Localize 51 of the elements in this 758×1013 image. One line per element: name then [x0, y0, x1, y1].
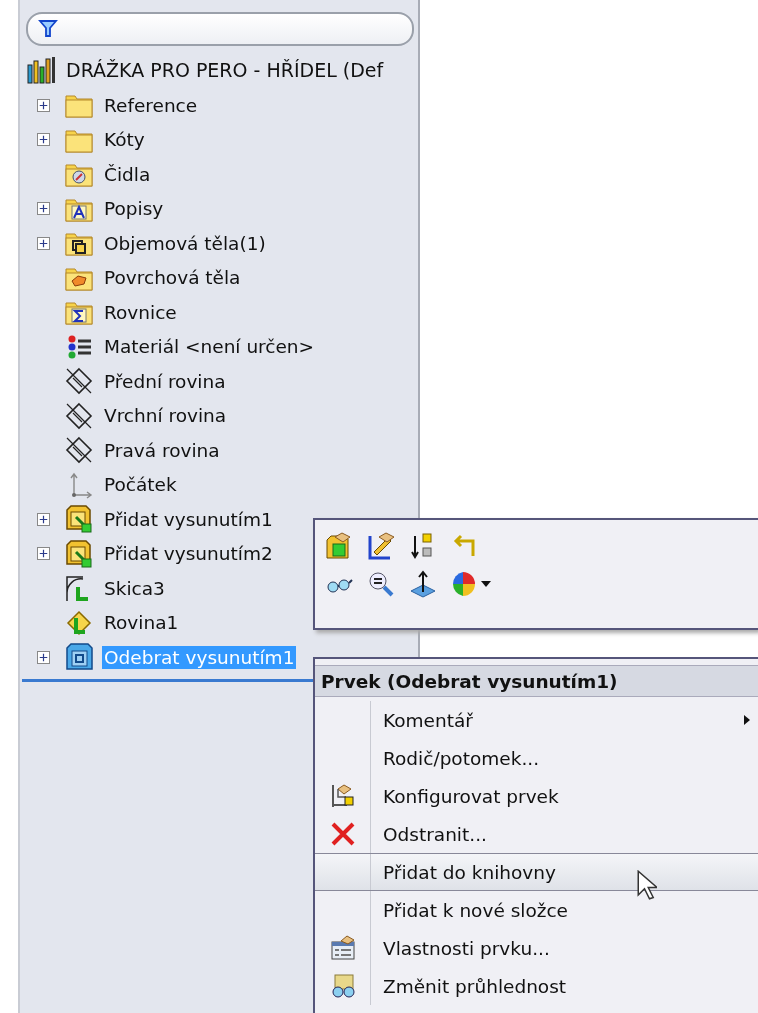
- tree-item[interactable]: Materiál <není určen>: [102, 335, 317, 359]
- dropdown-caret-icon[interactable]: [481, 581, 491, 587]
- tree-item[interactable]: Rovnice: [102, 300, 179, 324]
- tree-item[interactable]: Přidat vysunutím2: [102, 542, 275, 566]
- expand-button[interactable]: [37, 512, 50, 526]
- menu-title: Prvek (Odebrat vysunutím1): [315, 665, 758, 697]
- menu-item[interactable]: Komentář: [315, 701, 758, 739]
- expand-button[interactable]: [37, 650, 50, 664]
- edit-feature-icon[interactable]: [325, 532, 353, 560]
- menu-item[interactable]: Změnit průhlednost: [315, 967, 758, 1005]
- menu-item[interactable]: Přidat do knihovny: [315, 853, 758, 891]
- transparency-icon: [329, 973, 356, 999]
- menu-item[interactable]: Rodič/potomek...: [315, 739, 758, 777]
- expand-button[interactable]: [37, 202, 50, 216]
- mouse-pointer-icon: [637, 870, 657, 900]
- tree-item[interactable]: Reference: [102, 93, 200, 117]
- expand-button[interactable]: [37, 98, 50, 112]
- tree-item[interactable]: Povrchová těla: [102, 266, 243, 290]
- tree-item[interactable]: Přidat vysunutím1: [102, 507, 275, 531]
- normal-to-icon[interactable]: [409, 570, 437, 598]
- filter-icon: [38, 19, 58, 39]
- part-name[interactable]: DRÁŽKA PRO PERO - HŘÍDEL (Def: [66, 59, 384, 81]
- tree-item[interactable]: Kóty: [102, 128, 147, 152]
- tree-item[interactable]: Rovina1: [102, 611, 181, 635]
- menu-item[interactable]: Konfigurovat prvek: [315, 777, 758, 815]
- tree-item[interactable]: Přední rovina: [102, 369, 228, 393]
- filter-field[interactable]: [26, 12, 414, 46]
- tree-item[interactable]: Skica3: [102, 576, 167, 600]
- part-icon: [26, 55, 56, 85]
- tree-item[interactable]: Vrchní rovina: [102, 404, 229, 428]
- menu-item[interactable]: Vlastnosti prvku...: [315, 929, 758, 967]
- expand-button[interactable]: [37, 133, 50, 147]
- tree-item[interactable]: Čidla: [102, 162, 153, 186]
- delete-icon: [329, 821, 356, 847]
- tree-item[interactable]: Počátek: [102, 473, 179, 497]
- extrude-icon: [64, 504, 94, 535]
- plane-icon: [64, 435, 94, 466]
- expand-button[interactable]: [37, 236, 50, 250]
- menu-item[interactable]: Přidat k nové složce: [315, 891, 758, 929]
- cut-extrude-icon: [64, 642, 94, 673]
- plane-icon: [64, 400, 94, 431]
- tree-item[interactable]: Popisy: [102, 197, 166, 221]
- expand-button[interactable]: [37, 547, 50, 561]
- plane-icon: [64, 366, 94, 397]
- configure-icon: [329, 783, 356, 809]
- extrude-icon: [64, 538, 94, 569]
- tree-item[interactable]: Objemová těla(1): [102, 231, 268, 255]
- tree-item[interactable]: Pravá rovina: [102, 438, 222, 462]
- edit-sketch-icon[interactable]: [367, 532, 395, 560]
- properties-icon: [329, 935, 356, 961]
- zoom-icon[interactable]: [367, 570, 395, 598]
